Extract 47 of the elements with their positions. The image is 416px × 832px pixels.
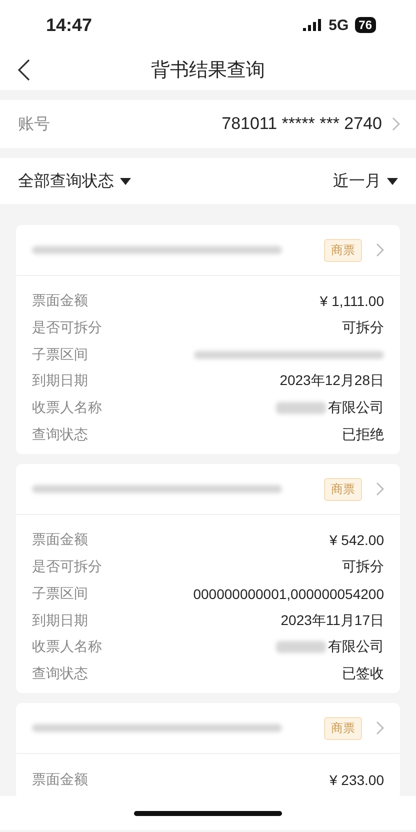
bill-type-tag: 商票 [324, 478, 362, 501]
field-value: 可拆分 [342, 558, 384, 576]
field-value: 有限公司 [328, 638, 384, 656]
bill-card[interactable]: 商票 票面金额 ¥ 233.00 [16, 703, 400, 796]
field-label: 是否可拆分 [32, 558, 102, 576]
field-label: 票面金额 [32, 531, 88, 550]
signal-icon [302, 19, 323, 31]
chevron-right-icon[interactable] [392, 117, 400, 131]
field-value: ¥ 1,111.00 [320, 293, 384, 310]
field-value: 可拆分 [342, 319, 384, 338]
field-value: ¥ 233.00 [330, 772, 384, 788]
field-label: 查询状态 [32, 426, 88, 444]
field-label: 票面金额 [32, 770, 88, 789]
bill-type-tag: 商票 [324, 238, 362, 262]
field-label: 到期日期 [32, 372, 88, 390]
bill-type-tag: 商票 [324, 716, 362, 740]
chevron-right-icon[interactable] [376, 482, 384, 496]
filter-dropdown[interactable]: 全部查询状态 [18, 170, 131, 192]
bill-card[interactable]: 商票 票面金额 ¥ 1,111.00 是否可拆分 可拆分 子票区间 到期日期 2023年12月28日 收票人名称 有限公司 查询状态 已拒绝 [16, 225, 400, 454]
field-value: 有限公司 [328, 399, 384, 418]
field-value: 已签收 [342, 664, 384, 683]
bill-card[interactable]: 商票 票面金额 ¥ 542.00 是否可拆分 可拆分 子票区间 000000000001,000000054200 到期日期 2023年11月17日 收票人名称 有限公司 查询状态 已签收 [16, 464, 400, 694]
field-value: 已拒绝 [342, 426, 384, 444]
filter-dropdown[interactable]: 近一月 [333, 170, 398, 192]
account-number: 781011 ***** *** 2740 [222, 114, 382, 134]
field-label: 是否可拆分 [32, 319, 102, 338]
field-label: 收票人名称 [32, 638, 102, 656]
field-value: ¥ 542.00 [330, 532, 384, 548]
field-label: 子票区间 [32, 346, 88, 364]
back-icon[interactable] [18, 59, 30, 81]
field-label: 查询状态 [32, 664, 88, 683]
field-value: 2023年12月28日 [280, 372, 384, 390]
field-label: 收票人名称 [32, 399, 102, 418]
dropdown-caret-icon [120, 178, 131, 184]
field-label: 到期日期 [32, 612, 88, 630]
dropdown-caret-icon [387, 178, 398, 184]
chevron-right-icon[interactable] [376, 721, 384, 736]
field-label: 子票区间 [32, 584, 88, 603]
battery-level: 76 [354, 17, 376, 33]
page-title: 背书结果查询 [151, 59, 265, 83]
field-value: 000000000001,000000054200 [193, 586, 384, 602]
field-label: 票面金额 [32, 292, 88, 310]
account-label: 账号 [18, 114, 51, 134]
chevron-right-icon[interactable] [376, 243, 384, 257]
network-label: 5G [328, 16, 349, 34]
field-value: 2023年11月17日 [280, 612, 384, 630]
status-time: 14:47 [46, 14, 92, 36]
